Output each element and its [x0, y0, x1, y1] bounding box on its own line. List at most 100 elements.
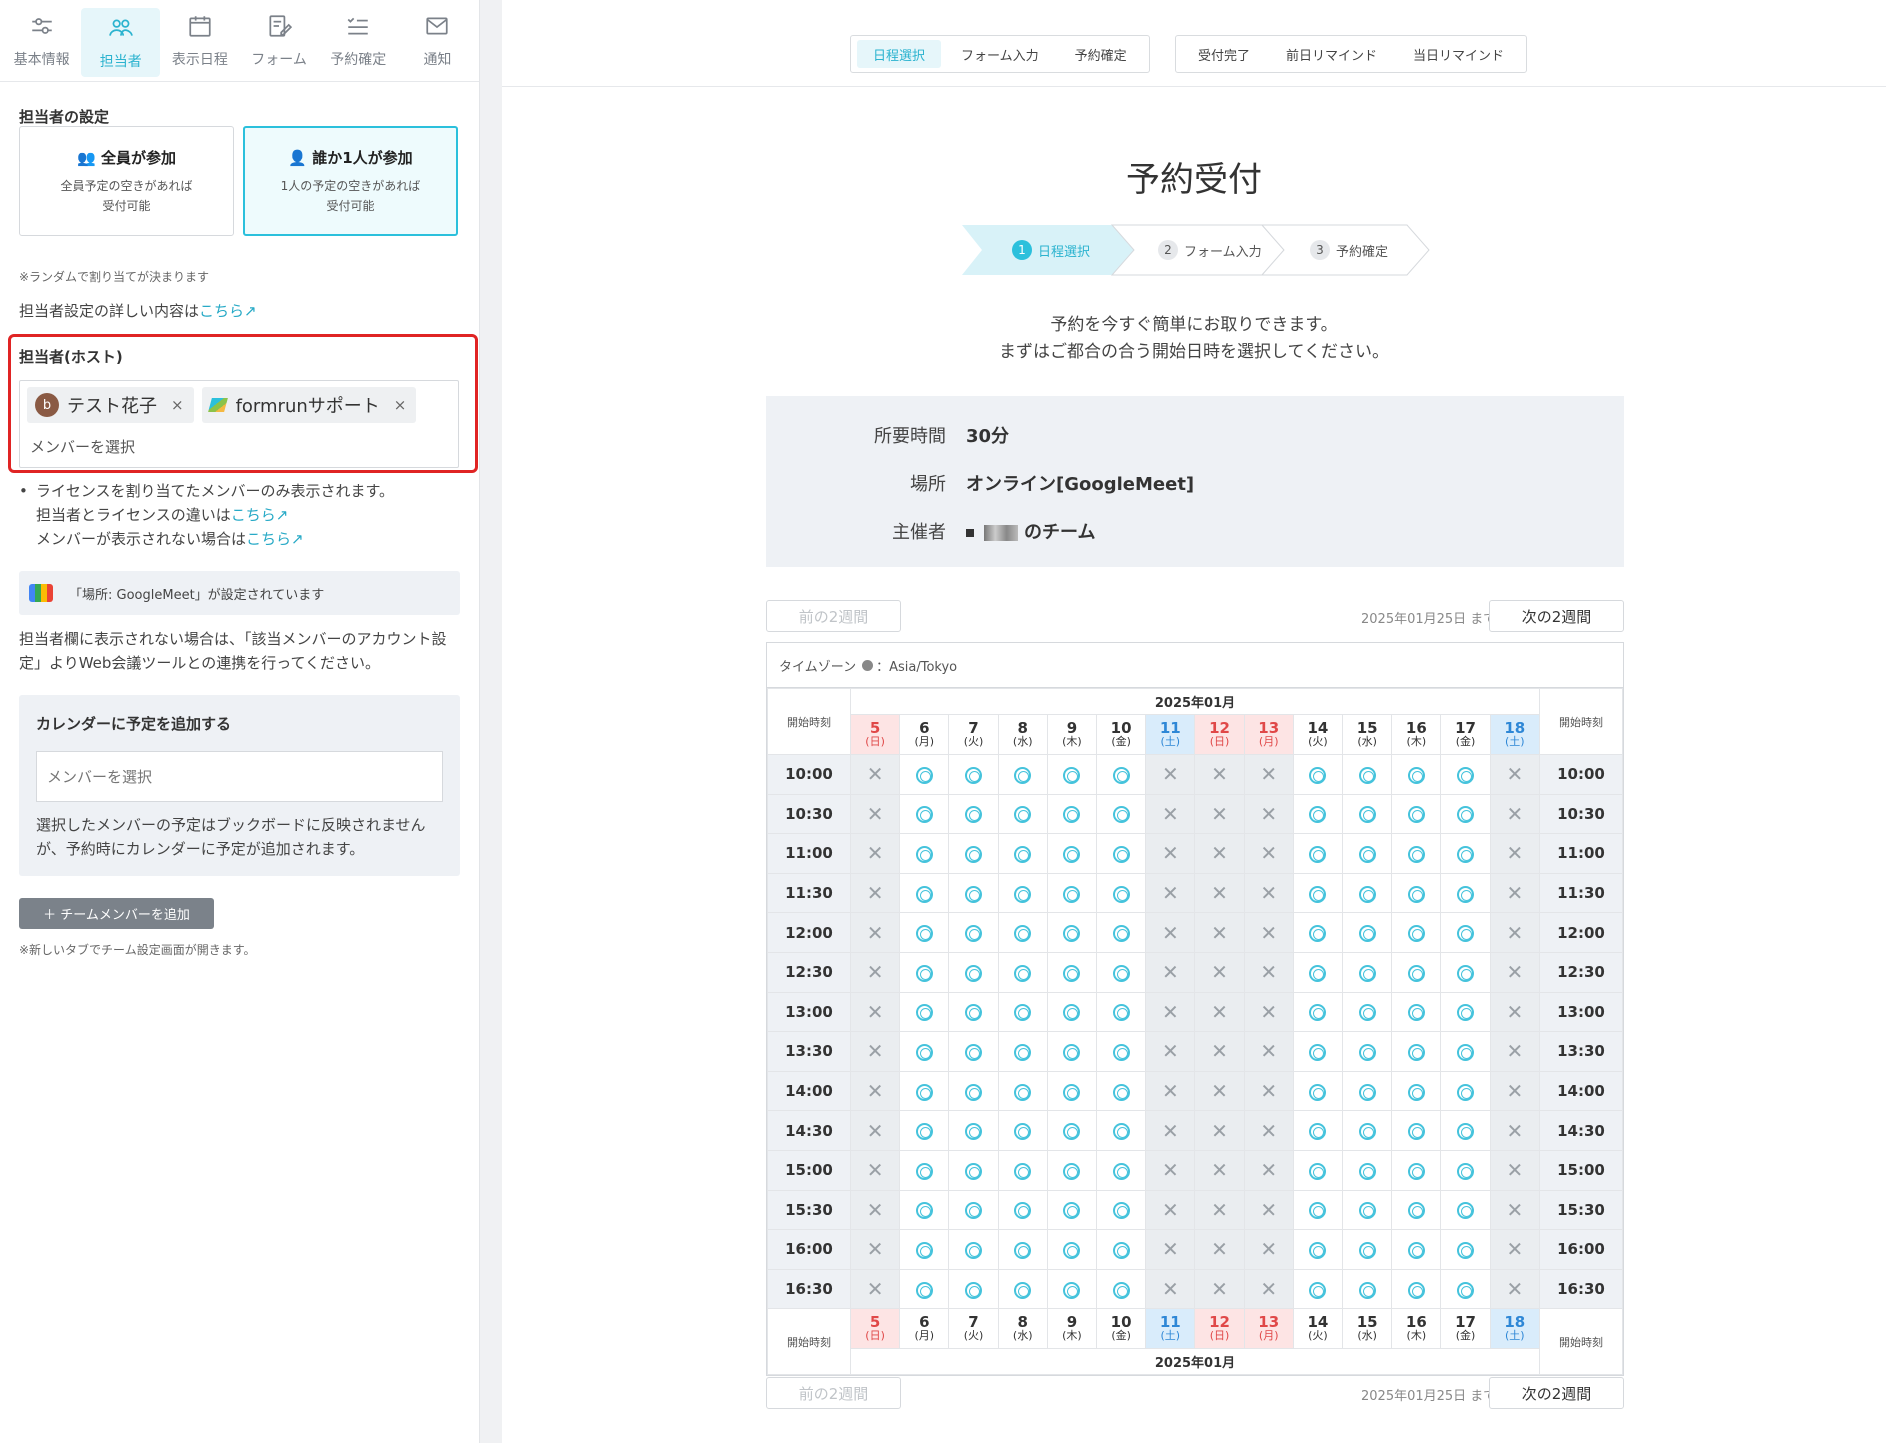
remove-chip-icon[interactable]: ×: [394, 396, 407, 414]
available-slot[interactable]: [899, 872, 950, 914]
available-slot[interactable]: [1046, 1110, 1098, 1151]
available-slot[interactable]: [997, 754, 1048, 795]
preview-tab[interactable]: 当日リマインド: [1397, 40, 1520, 68]
available-slot[interactable]: [1342, 1031, 1393, 1072]
available-slot[interactable]: [1096, 1070, 1147, 1112]
next-2weeks-button[interactable]: 次の2週間: [1489, 600, 1624, 632]
available-slot[interactable]: [1292, 991, 1344, 1033]
available-slot[interactable]: [1292, 1149, 1344, 1191]
available-slot[interactable]: [997, 951, 1048, 993]
available-slot[interactable]: [948, 951, 999, 993]
available-slot[interactable]: [1096, 872, 1147, 914]
available-slot[interactable]: [948, 1070, 999, 1112]
available-slot[interactable]: [1046, 833, 1098, 874]
available-slot[interactable]: [1342, 872, 1393, 914]
available-slot[interactable]: [1292, 1189, 1344, 1231]
available-slot[interactable]: [1342, 991, 1393, 1033]
available-slot[interactable]: [1292, 754, 1344, 795]
available-slot[interactable]: [899, 833, 950, 874]
available-slot[interactable]: [1342, 833, 1393, 874]
available-slot[interactable]: [948, 991, 999, 1033]
available-slot[interactable]: [1391, 951, 1442, 993]
available-slot[interactable]: [1096, 1268, 1147, 1310]
available-slot[interactable]: [997, 1268, 1048, 1310]
available-slot[interactable]: [948, 912, 999, 953]
available-slot[interactable]: [997, 912, 1048, 953]
available-slot[interactable]: [1096, 951, 1147, 993]
prev-2weeks-button-bottom[interactable]: 前の2週間: [766, 1377, 901, 1409]
available-slot[interactable]: [899, 1070, 950, 1112]
available-slot[interactable]: [948, 1110, 999, 1151]
available-slot[interactable]: [1342, 912, 1393, 953]
available-slot[interactable]: [1342, 1110, 1393, 1151]
available-slot[interactable]: [1440, 793, 1491, 835]
available-slot[interactable]: [948, 1268, 999, 1310]
available-slot[interactable]: [899, 912, 950, 953]
available-slot[interactable]: [899, 1229, 950, 1270]
available-slot[interactable]: [1440, 1031, 1491, 1072]
available-slot[interactable]: [1391, 1189, 1442, 1231]
available-slot[interactable]: [1292, 1229, 1344, 1270]
available-slot[interactable]: [1391, 1229, 1442, 1270]
available-slot[interactable]: [1342, 793, 1393, 835]
option-all-participate[interactable]: 👥 全員が参加 全員予定の空きがあれば 受付可能: [19, 126, 234, 236]
available-slot[interactable]: [948, 1031, 999, 1072]
available-slot[interactable]: [1292, 1031, 1344, 1072]
available-slot[interactable]: [997, 793, 1048, 835]
available-slot[interactable]: [1046, 1070, 1098, 1112]
available-slot[interactable]: [1096, 991, 1147, 1033]
detail-link[interactable]: こちら: [199, 302, 244, 320]
available-slot[interactable]: [1342, 1149, 1393, 1191]
available-slot[interactable]: [997, 991, 1048, 1033]
available-slot[interactable]: [1342, 1070, 1393, 1112]
preview-tab[interactable]: フォーム入力: [945, 40, 1055, 68]
available-slot[interactable]: [1440, 872, 1491, 914]
available-slot[interactable]: [997, 1070, 1048, 1112]
available-slot[interactable]: [1046, 1229, 1098, 1270]
available-slot[interactable]: [1440, 991, 1491, 1033]
available-slot[interactable]: [899, 1149, 950, 1191]
available-slot[interactable]: [1391, 1110, 1442, 1151]
available-slot[interactable]: [1342, 1268, 1393, 1310]
available-slot[interactable]: [1391, 1268, 1442, 1310]
available-slot[interactable]: [1046, 754, 1098, 795]
available-slot[interactable]: [1440, 1229, 1491, 1270]
available-slot[interactable]: [1342, 1189, 1393, 1231]
available-slot[interactable]: [1342, 1229, 1393, 1270]
preview-tab[interactable]: 前日リマインド: [1270, 40, 1393, 68]
available-slot[interactable]: [1096, 1229, 1147, 1270]
available-slot[interactable]: [899, 951, 950, 993]
available-slot[interactable]: [1096, 1031, 1147, 1072]
available-slot[interactable]: [1292, 1268, 1344, 1310]
available-slot[interactable]: [997, 872, 1048, 914]
available-slot[interactable]: [1440, 754, 1491, 795]
preview-tab[interactable]: 受付完了: [1182, 40, 1266, 68]
available-slot[interactable]: [997, 1229, 1048, 1270]
preview-tab[interactable]: 日程選択: [857, 40, 942, 68]
preview-tab[interactable]: 予約確定: [1059, 40, 1143, 68]
add-team-member-button[interactable]: ＋ チームメンバーを追加: [19, 898, 214, 929]
available-slot[interactable]: [1391, 991, 1442, 1033]
available-slot[interactable]: [1440, 951, 1491, 993]
nav-tab-form-edit[interactable]: フォーム: [240, 0, 319, 81]
available-slot[interactable]: [899, 793, 950, 835]
available-slot[interactable]: [1292, 872, 1344, 914]
available-slot[interactable]: [1046, 1149, 1098, 1191]
option-one-participate[interactable]: 👤 誰か1人が参加 1人の予定の空きがあれば 受付可能: [243, 126, 458, 236]
available-slot[interactable]: [899, 1268, 950, 1310]
available-slot[interactable]: [1096, 912, 1147, 953]
available-slot[interactable]: [1342, 754, 1393, 795]
available-slot[interactable]: [948, 793, 999, 835]
nav-tab-sliders[interactable]: 基本情報: [2, 0, 81, 81]
available-slot[interactable]: [899, 991, 950, 1033]
available-slot[interactable]: [1391, 1031, 1442, 1072]
available-slot[interactable]: [1391, 1149, 1442, 1191]
nav-tab-users[interactable]: 担当者: [81, 8, 161, 77]
nav-tab-calendar[interactable]: 表示日程: [160, 0, 239, 81]
available-slot[interactable]: [1391, 793, 1442, 835]
available-slot[interactable]: [1391, 912, 1442, 953]
available-slot[interactable]: [948, 1149, 999, 1191]
available-slot[interactable]: [1292, 833, 1344, 874]
available-slot[interactable]: [997, 833, 1048, 874]
available-slot[interactable]: [899, 1110, 950, 1151]
